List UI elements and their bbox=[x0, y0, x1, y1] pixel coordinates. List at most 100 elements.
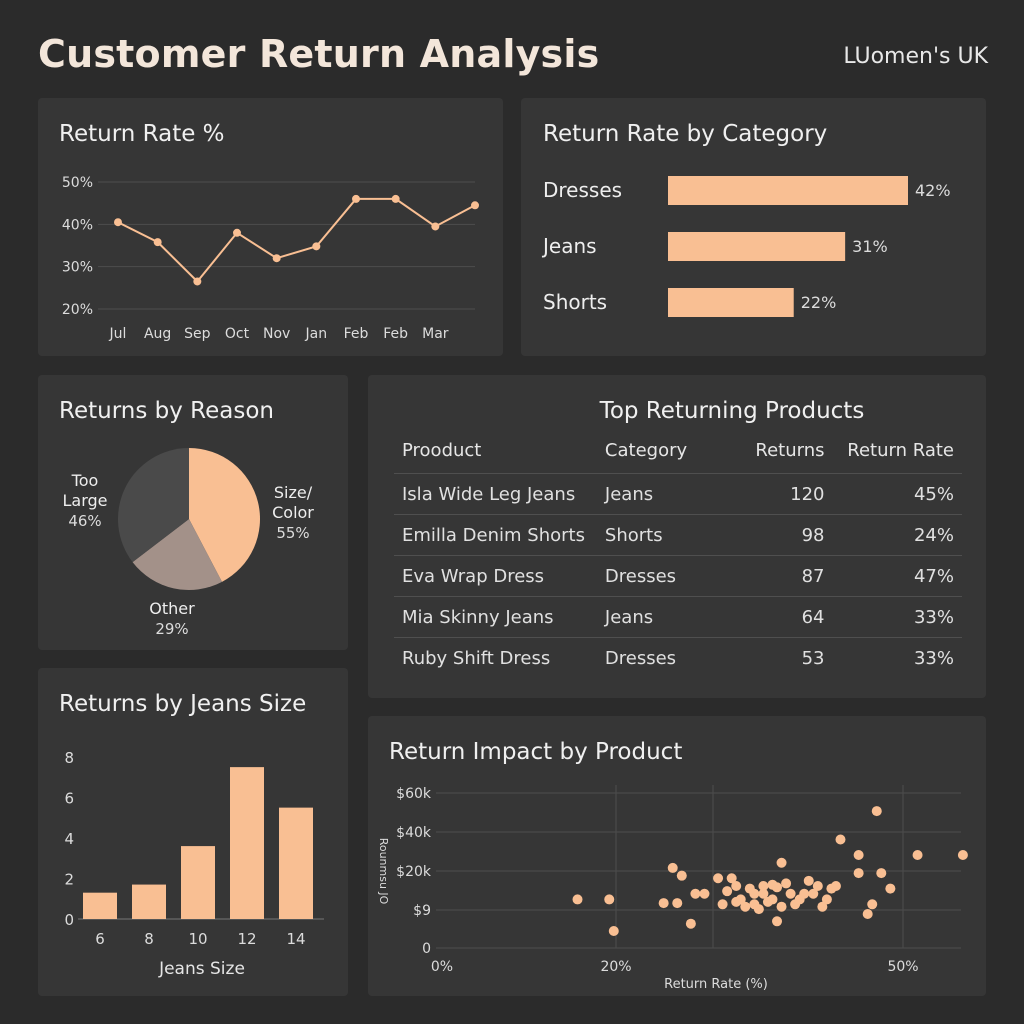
pie-slice-label: Too bbox=[71, 471, 99, 490]
line-chart-x-tick-label: Feb bbox=[383, 326, 408, 342]
column-header-product[interactable]: Prooduct bbox=[394, 440, 597, 474]
scatter-point bbox=[867, 899, 878, 910]
line-chart-x-tick-label: Sep bbox=[184, 326, 211, 342]
scatter-point bbox=[876, 868, 887, 879]
scatter-point bbox=[767, 894, 778, 905]
dashboard-title: Customer Return Analysis bbox=[38, 32, 600, 76]
scatter-point bbox=[731, 881, 742, 891]
cell-product: Eva Wrap Dress bbox=[394, 555, 597, 597]
cell-category: Shorts bbox=[596, 514, 729, 556]
line-chart-y-tick-label: 20% bbox=[62, 302, 93, 318]
jeans-x-tick-label: 12 bbox=[237, 930, 256, 948]
pie-slice-label: Large bbox=[62, 491, 107, 510]
scatter-point bbox=[717, 899, 728, 910]
jeans-y-tick-label: 8 bbox=[64, 749, 74, 767]
scatter-point bbox=[803, 875, 814, 886]
table-row[interactable]: Isla Wide Leg Jeans Jeans 120 45% bbox=[394, 473, 962, 515]
return-rate-line-chart: 20% 30% 40% 50% Jul Aug Sep Oct Nov Jan Feb Feb Mar bbox=[62, 175, 479, 342]
scatter-point bbox=[604, 894, 615, 905]
cell-return-rate: 24% bbox=[832, 514, 962, 556]
line-chart-y-tick-label: 30% bbox=[62, 260, 93, 276]
line-chart-point bbox=[431, 222, 440, 231]
pie-slice-percent-label: 55% bbox=[276, 524, 309, 542]
category-bar-value-label: 22% bbox=[801, 293, 837, 312]
cell-category: Jeans bbox=[596, 596, 729, 638]
table-row[interactable]: Ruby Shift Dress Dresses 53 33% bbox=[394, 637, 962, 678]
products-title: Top Returning Products bbox=[599, 398, 865, 424]
reason-pie-chart: Size/Color 55% Other 29% TooLarge 46% bbox=[62, 448, 314, 638]
column-header-return-rate[interactable]: Return Rate bbox=[833, 440, 962, 474]
cell-product: Mia Skinny Jeans bbox=[394, 596, 597, 638]
line-chart-point bbox=[233, 228, 241, 237]
scatter-point bbox=[685, 918, 696, 929]
scatter-point bbox=[776, 857, 787, 868]
pie-slice-percent-label: 29% bbox=[155, 620, 188, 638]
scatter-point bbox=[672, 898, 683, 909]
line-chart-series-line bbox=[117, 197, 476, 283]
scatter-point bbox=[776, 901, 787, 912]
jeans-size-bar bbox=[279, 807, 313, 919]
cell-returns: 64 bbox=[728, 596, 833, 638]
cell-returns: 53 bbox=[728, 637, 833, 678]
line-chart-x-tick-label: Oct bbox=[225, 326, 250, 342]
scatter-point bbox=[835, 834, 846, 845]
scatter-point bbox=[862, 909, 873, 920]
products-table: Prooduct Category Returns Return Rate Is… bbox=[394, 440, 962, 678]
line-chart-point bbox=[471, 201, 479, 210]
scatter-point bbox=[572, 894, 583, 905]
jeans-x-tick-label: 8 bbox=[144, 930, 154, 948]
category-bar-value-label: 31% bbox=[852, 237, 888, 256]
cell-category: Jeans bbox=[596, 473, 729, 515]
scatter-y-tick-label: $9 bbox=[413, 903, 431, 919]
scatter-point bbox=[912, 850, 923, 860]
table-header-row: Prooduct Category Returns Return Rate bbox=[394, 440, 962, 474]
scatter-x-tick-label: 50% bbox=[887, 959, 918, 975]
line-chart-point bbox=[272, 254, 281, 263]
category-bar-label: Shorts bbox=[543, 290, 607, 314]
scatter-y-tick-label: $40k bbox=[396, 825, 432, 841]
line-chart-point bbox=[391, 194, 400, 203]
impact-scatter-chart: 0 $9 $20k $40k $60k 0% 20% 50% Return Rate (%) Ro… bbox=[377, 785, 968, 992]
jeans-size-bar-chart: 0 2 4 6 8 6 8 10 12 14 Jeans Size bbox=[64, 749, 324, 979]
jeans-y-tick-label: 0 bbox=[64, 911, 74, 929]
cell-return-rate: 33% bbox=[832, 637, 962, 678]
scatter-point bbox=[667, 862, 678, 873]
cell-return-rate: 47% bbox=[832, 555, 962, 597]
scatter-point bbox=[957, 850, 968, 860]
cell-product: Ruby Shift Dress bbox=[394, 637, 597, 678]
line-chart-point bbox=[352, 194, 360, 203]
scatter-point bbox=[713, 873, 724, 884]
scatter-point bbox=[821, 894, 832, 905]
scatter-point bbox=[722, 886, 733, 897]
scatter-y-axis-label: Rounmsu JO bbox=[377, 838, 390, 905]
scatter-point bbox=[740, 901, 751, 912]
pie-slice-label: Size/ bbox=[274, 483, 313, 502]
scatter-point bbox=[812, 881, 823, 891]
scatter-x-tick-label: 0% bbox=[431, 959, 453, 975]
category-bar bbox=[668, 288, 794, 317]
column-header-returns[interactable]: Returns bbox=[729, 440, 833, 474]
line-chart-x-tick-label: Aug bbox=[144, 326, 171, 342]
pie-slice-label: Other bbox=[149, 599, 195, 618]
scatter-x-axis-label: Return Rate (%) bbox=[664, 977, 768, 992]
line-chart-x-tick-label: Feb bbox=[344, 326, 369, 342]
line-chart-x-tick-label: Jan bbox=[305, 326, 328, 342]
table-row[interactable]: Emilla Denim Shorts Shorts 98 24% bbox=[394, 514, 962, 556]
jeans-x-tick-label: 10 bbox=[188, 930, 207, 948]
cell-category: Dresses bbox=[596, 637, 729, 678]
scatter-x-tick-label: 20% bbox=[600, 959, 631, 975]
line-chart-x-tick-label: Nov bbox=[263, 326, 290, 342]
jeans-y-tick-label: 2 bbox=[64, 871, 74, 889]
table-row[interactable]: Eva Wrap Dress Dresses 87 47% bbox=[394, 555, 962, 597]
table-row[interactable]: Mia Skinny Jeans Jeans 64 33% bbox=[394, 596, 962, 638]
scatter-point bbox=[772, 882, 783, 893]
cell-product: Isla Wide Leg Jeans bbox=[394, 473, 597, 515]
scatter-point bbox=[853, 868, 864, 879]
cell-category: Dresses bbox=[596, 555, 729, 597]
line-chart-point bbox=[312, 242, 321, 251]
scatter-point bbox=[676, 870, 687, 881]
category-bar-value-label: 42% bbox=[915, 181, 951, 200]
scatter-point bbox=[690, 888, 701, 899]
column-header-category[interactable]: Category bbox=[597, 440, 729, 474]
scatter-point bbox=[658, 898, 669, 909]
